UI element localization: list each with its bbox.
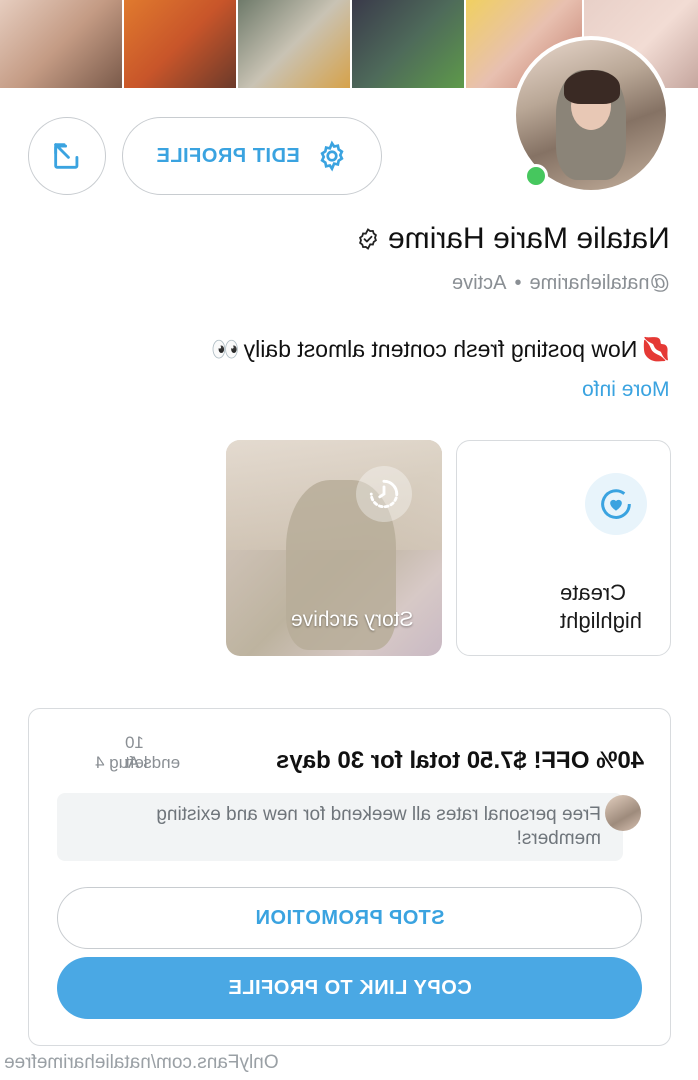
stop-promotion-button[interactable]: STOP PROMOTION xyxy=(57,887,642,949)
promotion-panel: 40% OFF! $7.50 total for 30 days 10 left… xyxy=(28,708,671,1046)
create-highlight-icon-wrap xyxy=(585,473,647,535)
create-highlight-card[interactable]: Create highlight xyxy=(456,440,671,656)
promotion-avatar xyxy=(605,795,641,831)
promotion-end-date: ends Aug 4 xyxy=(95,753,181,772)
profile-name: Natalie Marie Harime xyxy=(356,222,670,256)
media-thumbnail[interactable] xyxy=(352,0,466,88)
profile-name-text: Natalie Marie Harime xyxy=(388,222,670,255)
profile-handle: @natalieharime xyxy=(529,272,670,294)
heart-circle-icon xyxy=(601,489,631,519)
promotion-title: 40% OFF! $7.50 total for 30 days xyxy=(275,747,644,774)
story-archive-card[interactable]: Story archive xyxy=(226,440,442,656)
watermark-text: OnlyFans.com/natalieharimefree xyxy=(4,1052,279,1073)
profile-bio: 💋 Now posting fresh content almost daily… xyxy=(211,336,670,363)
media-thumbnail[interactable] xyxy=(0,0,124,88)
edit-profile-button[interactable]: EDIT PROFILE xyxy=(122,117,382,195)
media-thumbnail[interactable] xyxy=(124,0,238,88)
promotion-message: Free personal rates all weekend for new … xyxy=(57,793,623,861)
clock-history-icon xyxy=(369,479,399,509)
edit-profile-label: EDIT PROFILE xyxy=(156,144,300,167)
profile-handle-status: @natalieharime • Active xyxy=(452,272,670,294)
share-arrow-icon xyxy=(54,143,79,169)
bio-text: Now posting fresh content almost daily xyxy=(243,336,638,362)
share-profile-button[interactable] xyxy=(28,117,106,195)
online-status-indicator xyxy=(524,164,548,188)
story-archive-label: Story archive xyxy=(291,608,414,631)
verified-badge-icon xyxy=(359,228,378,250)
copy-link-button[interactable]: COPY LINK TO PROFILE xyxy=(57,957,642,1019)
media-thumbnail[interactable] xyxy=(238,0,352,88)
eyes-emoji: 👀 xyxy=(210,336,240,362)
create-highlight-label: Create highlight xyxy=(560,580,642,633)
profile-status: Active xyxy=(452,272,507,294)
kiss-emoji: 💋 xyxy=(641,336,670,362)
archive-icon-wrap xyxy=(356,466,412,522)
gear-icon xyxy=(320,140,344,172)
more-info-link[interactable]: More info xyxy=(582,378,670,402)
